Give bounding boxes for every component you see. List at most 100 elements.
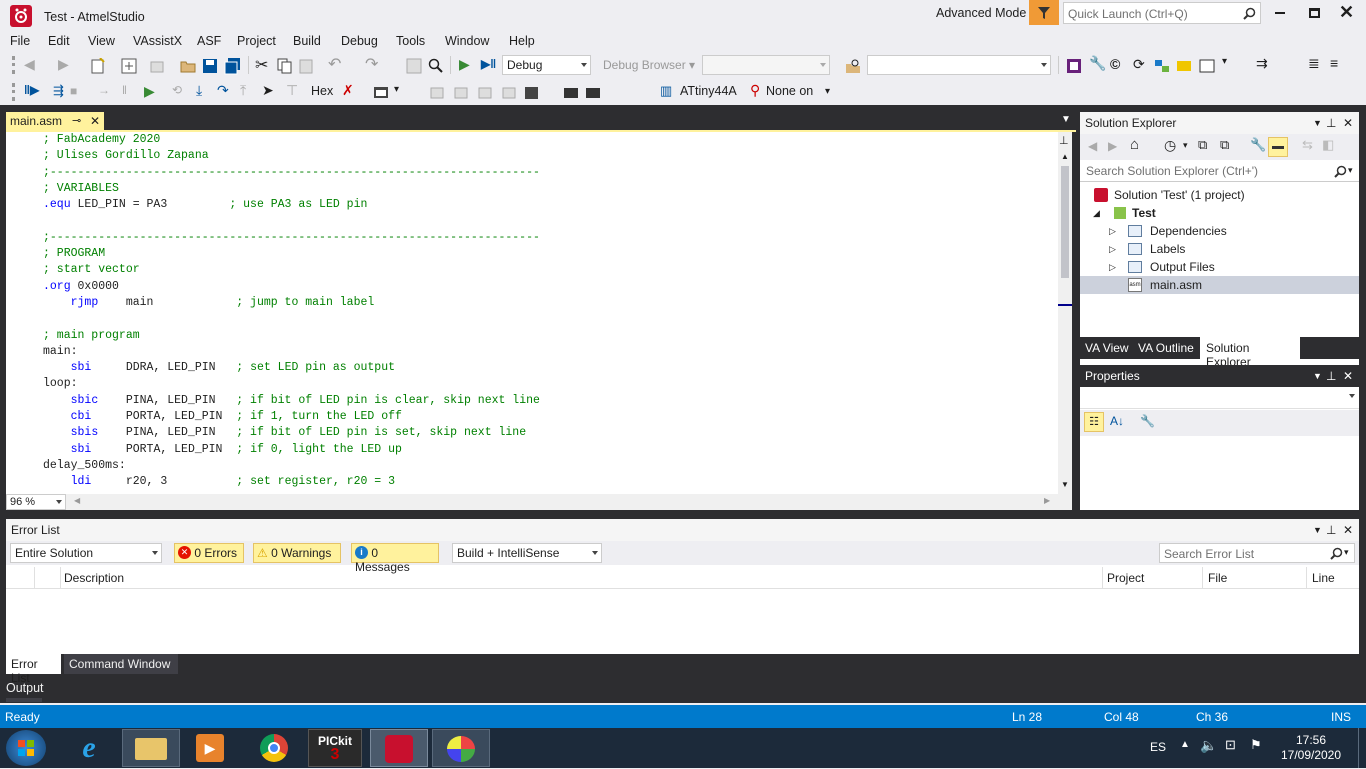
menu-project[interactable]: Project xyxy=(237,34,276,48)
toolbar2-overflow-icon[interactable]: ▾ xyxy=(825,86,830,97)
cut-icon[interactable]: ✂ xyxy=(255,55,268,75)
step-over-icon[interactable]: ↷ xyxy=(217,82,229,99)
tree-item-dependencies[interactable]: ▷ Dependencies xyxy=(1080,222,1359,240)
asf-wizard-icon[interactable]: © xyxy=(1110,56,1120,72)
error-search-dropdown-icon[interactable]: ▾ xyxy=(1344,547,1349,558)
uncomment-icon[interactable]: ≡ xyxy=(1330,55,1338,71)
start-debugging-icon[interactable]: ▶ xyxy=(459,56,470,73)
code-line[interactable]: loop: xyxy=(43,376,540,392)
media-player-icon[interactable]: ▶ xyxy=(196,734,224,762)
chrome-icon[interactable] xyxy=(260,734,288,762)
show-all-files-icon[interactable]: ⧉ xyxy=(1220,137,1229,153)
language-indicator[interactable]: ES xyxy=(1150,740,1166,754)
open-icon[interactable] xyxy=(180,58,196,74)
collapse-all-icon[interactable]: ⧉ xyxy=(1198,137,1207,153)
network-icon[interactable]: ⊡ xyxy=(1225,737,1236,753)
code-line[interactable]: delay_500ms: xyxy=(43,458,540,474)
code-line[interactable]: ; PROGRAM xyxy=(43,246,540,262)
messages-filter-button[interactable]: i 0 Messages xyxy=(351,543,439,574)
categorized-icon[interactable]: ☷ xyxy=(1084,412,1104,432)
code-line[interactable]: ; FabAcademy 2020 xyxy=(43,132,540,148)
run-to-cursor-icon[interactable]: → xyxy=(98,83,110,97)
panel-menu-icon[interactable]: ▼ xyxy=(1313,519,1322,541)
solution-configurations-icon[interactable] xyxy=(406,58,422,74)
tree-item-main-asm[interactable]: asm main.asm xyxy=(1080,276,1359,294)
se-search-dropdown-icon[interactable]: ▾ xyxy=(1348,165,1353,176)
code-text[interactable]: ; FabAcademy 2020; Ulises Gordillo Zapan… xyxy=(43,132,540,491)
panel-pin-icon[interactable]: ⊥ xyxy=(1326,365,1336,387)
splitter-icon[interactable]: ⊥ xyxy=(1059,134,1069,147)
app-logo-icon[interactable] xyxy=(10,5,32,27)
code-line[interactable] xyxy=(43,311,540,327)
se-back-icon[interactable]: ◀ xyxy=(1088,139,1097,153)
advanced-mode-label[interactable]: Advanced Mode xyxy=(936,6,1026,20)
column-project[interactable]: Project xyxy=(1107,571,1144,585)
hscroll-right-icon[interactable]: ▶ xyxy=(1044,496,1050,505)
tree-project[interactable]: ◢ Test xyxy=(1080,204,1359,222)
save-all-icon[interactable] xyxy=(224,57,242,75)
menu-file[interactable]: File xyxy=(10,34,30,48)
windows-dropdown-icon[interactable]: ▾ xyxy=(394,84,399,95)
code-line[interactable]: rjmp main ; jump to main label xyxy=(43,295,540,311)
memory-icon[interactable] xyxy=(430,85,550,101)
pin-icon[interactable]: ⊸ xyxy=(72,112,81,130)
continue-icon[interactable]: ‖▶ xyxy=(24,83,39,97)
code-line[interactable]: sbis PINA, LED_PIN ; if bit of LED pin i… xyxy=(43,425,540,441)
tree-item-labels[interactable]: ▷ Labels xyxy=(1080,240,1359,258)
menu-vassistx[interactable]: VAssistX xyxy=(133,34,182,48)
show-desktop-button[interactable] xyxy=(1358,728,1366,768)
step-icon[interactable]: ⇶ xyxy=(53,83,64,99)
collapsed-icon[interactable]: ▷ xyxy=(1109,240,1116,258)
close-window-button[interactable]: ✕ xyxy=(1339,2,1354,23)
panel-pin-icon[interactable]: ⊥ xyxy=(1326,112,1336,134)
property-pages-icon[interactable]: 🔧 xyxy=(1140,414,1155,428)
clock[interactable]: 17:56 17/09/2020 xyxy=(1276,733,1346,763)
code-editor[interactable]: ; FabAcademy 2020; Ulises Gordillo Zapan… xyxy=(6,132,1058,494)
cursor-icon[interactable]: ➤ xyxy=(262,82,274,99)
se-search-icon[interactable] xyxy=(1334,165,1347,178)
close-tab-icon[interactable]: ✕ xyxy=(90,112,100,130)
device-label[interactable]: ATtiny44A xyxy=(680,84,737,98)
code-line[interactable]: ;---------------------------------------… xyxy=(43,230,540,246)
toolbar-overflow-icon[interactable]: ▾ xyxy=(1222,56,1227,67)
step-out-icon[interactable]: ⤒ xyxy=(240,82,246,99)
code-line[interactable]: sbic PINA, LED_PIN ; if bit of LED pin i… xyxy=(43,393,540,409)
menu-build[interactable]: Build xyxy=(293,34,321,48)
undo-icon[interactable]: ↶ xyxy=(328,54,341,74)
expanded-icon[interactable]: ◢ xyxy=(1093,204,1100,222)
pause-icon[interactable]: ‖ xyxy=(122,83,127,97)
column-file[interactable]: File xyxy=(1208,571,1227,585)
preview-selected-button[interactable] xyxy=(1268,137,1288,157)
vertical-scrollbar[interactable]: ⊥ ▲ ▼ xyxy=(1058,132,1072,494)
restart-icon[interactable]: ⟲ xyxy=(172,83,182,97)
tree-item-output-files[interactable]: ▷ Output Files xyxy=(1080,258,1359,276)
add-item-icon[interactable] xyxy=(121,58,137,74)
code-line[interactable]: main: xyxy=(43,344,540,360)
scroll-down-icon[interactable]: ▼ xyxy=(1061,480,1069,489)
column-description[interactable]: Description xyxy=(64,571,124,585)
tab-solution-explorer[interactable]: Solution Explorer xyxy=(1200,337,1300,369)
code-line[interactable]: .equ LED_PIN = PA3 ; use PA3 as LED pin xyxy=(43,197,540,213)
comment-icon[interactable]: ≣ xyxy=(1308,55,1320,72)
errors-filter-button[interactable]: ✕ 0 Errors xyxy=(174,543,244,563)
code-line[interactable]: ; start vector xyxy=(43,262,540,278)
find-combo[interactable] xyxy=(867,55,1051,75)
tab-main-asm[interactable]: main.asm ⊸ ✕ xyxy=(6,112,104,130)
windows-icon[interactable] xyxy=(373,85,389,101)
collapsed-icon[interactable]: ▷ xyxy=(1109,222,1116,240)
device-programming-icon[interactable] xyxy=(1066,58,1082,74)
error-search-icon[interactable] xyxy=(1330,547,1343,560)
menu-debug[interactable]: Debug xyxy=(341,34,378,48)
find-in-files-icon[interactable] xyxy=(845,58,861,74)
internet-explorer-icon[interactable]: e xyxy=(72,732,106,764)
code-line[interactable]: ; main program xyxy=(43,328,540,344)
hex-toggle[interactable]: Hex xyxy=(311,84,333,98)
redo-icon[interactable]: ↷ xyxy=(365,54,378,74)
tool-icon[interactable]: ⚲ xyxy=(750,82,760,99)
play-icon[interactable]: ▶ xyxy=(144,83,155,100)
tab-va-view[interactable]: VA View xyxy=(1085,341,1129,355)
se-dropdown-icon[interactable]: ▾ xyxy=(1183,140,1188,151)
toolbar-grip[interactable] xyxy=(12,56,15,74)
menu-asf[interactable]: ASF xyxy=(197,34,221,48)
show-hidden-icons[interactable]: ▲ xyxy=(1180,739,1190,750)
